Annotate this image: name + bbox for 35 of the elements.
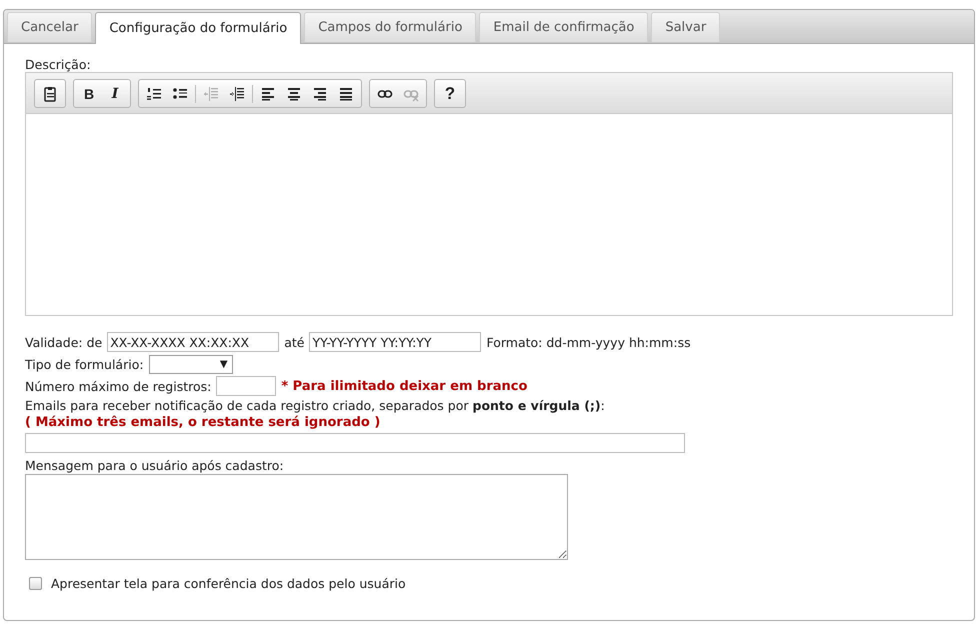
end-date-field[interactable]: YY-YY-YYYY YY:YY:YY xyxy=(309,332,482,352)
checkbox[interactable] xyxy=(29,576,42,590)
align-right-icon xyxy=(312,86,328,102)
justify-icon xyxy=(338,86,354,102)
start-date-field[interactable]: XX-XX-XXXX XX:XX:XX xyxy=(107,332,280,352)
outdent-icon xyxy=(203,86,219,102)
align-center-icon xyxy=(286,86,302,102)
form-type-dropdown[interactable]: ▼ xyxy=(148,354,233,374)
form-type-label: Tipo de formulário: xyxy=(25,356,144,372)
tab[interactable]: Email de confirmação xyxy=(479,12,648,42)
emails-note: ( Máximo três emails, o restante será ignorado ) xyxy=(25,414,380,431)
review-label: Apresentar tela para conferência dos dados pelo usuário xyxy=(51,576,406,590)
tab[interactable]: Salvar xyxy=(651,12,720,42)
validity-label: Validade: de xyxy=(25,334,102,350)
align-left-icon xyxy=(260,86,276,102)
tab[interactable]: Configuração do formulário xyxy=(95,12,302,44)
emails-label: Emails para receber notificação de cada registro criado, separados por ponto e vírgula (;): xyxy=(25,398,605,414)
until-label: até xyxy=(284,334,304,350)
bullet-list-icon xyxy=(172,86,188,102)
message-label: Mensagem para o usuário após cadastro: xyxy=(25,458,284,473)
help-button[interactable]: ? xyxy=(437,82,463,106)
emails-field[interactable] xyxy=(25,433,685,453)
paste-icon xyxy=(42,86,58,102)
max-records-field[interactable] xyxy=(216,376,276,396)
tab[interactable]: Campos do formulário xyxy=(304,12,476,42)
bold-button[interactable]: B xyxy=(76,82,102,106)
max-records-note: * Para ilimitado deixar em branco xyxy=(281,378,528,394)
max-records-label: Número máximo de registros: xyxy=(25,378,212,394)
format-hint: Formato: dd-mm-yyyy hh:mm:ss xyxy=(486,334,691,350)
ordered-list-icon xyxy=(146,86,162,102)
description-label: Descrição: xyxy=(25,58,91,72)
tab[interactable]: Cancelar xyxy=(7,12,92,42)
indent-icon xyxy=(229,86,245,102)
italic-button[interactable]: I xyxy=(102,82,128,106)
rich-text-editor[interactable]: B I ? xyxy=(25,72,953,316)
